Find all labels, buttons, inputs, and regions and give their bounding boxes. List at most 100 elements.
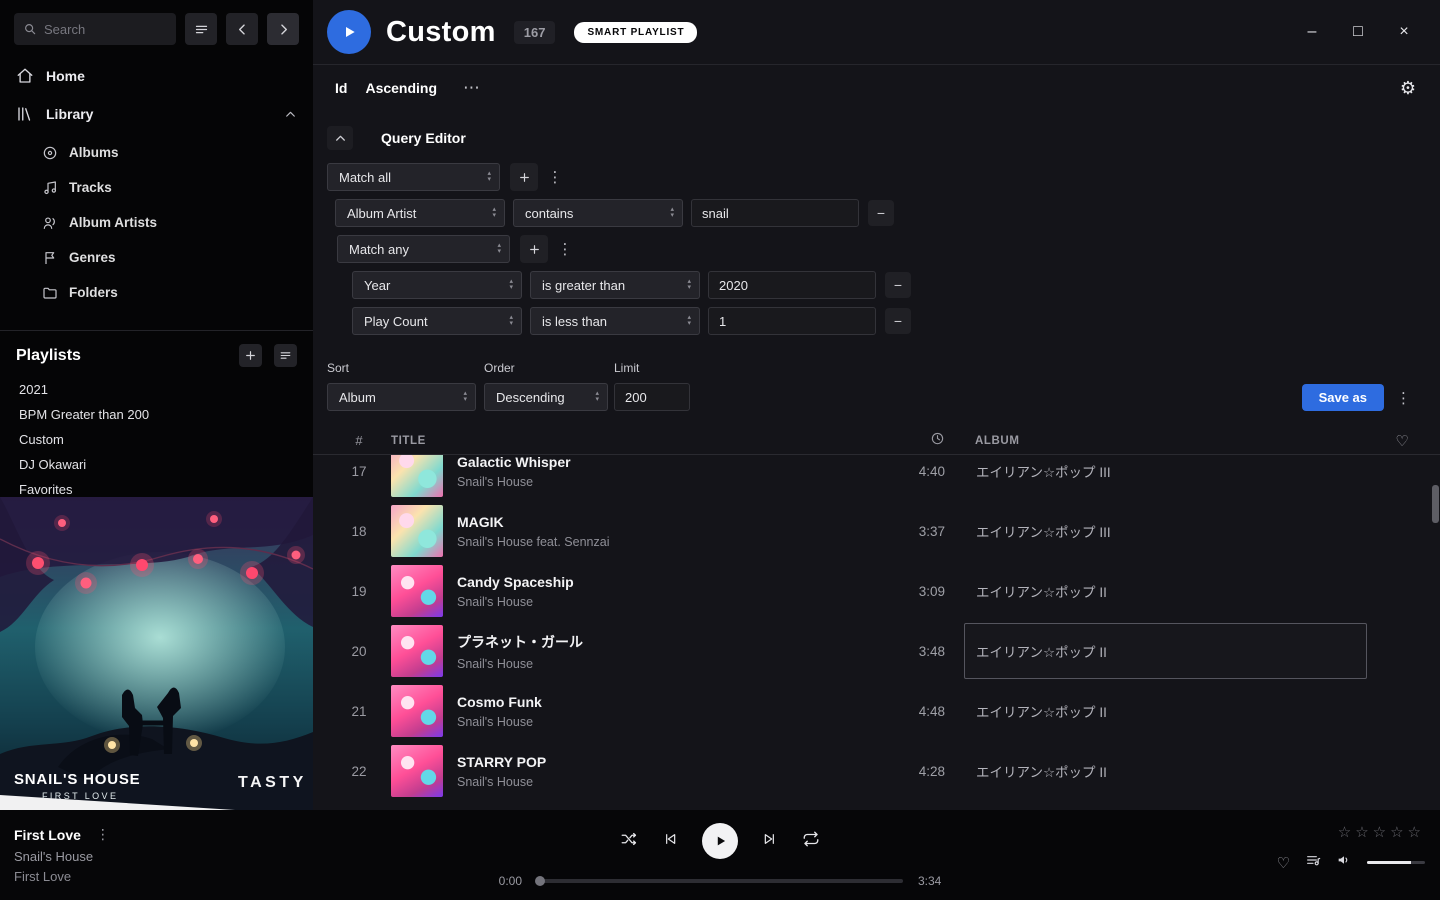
- sort-field-button[interactable]: Id: [335, 80, 347, 96]
- track-row[interactable]: 20 プラネット・ガール Snail's House 3:48: [313, 621, 1440, 681]
- group-menu-icon[interactable]: ⋮: [556, 240, 574, 258]
- save-as-button[interactable]: Save as: [1302, 384, 1384, 411]
- favorite-heart-icon[interactable]: ♡: [1395, 432, 1408, 450]
- rule-value-input[interactable]: [708, 307, 876, 335]
- now-playing-menu-icon[interactable]: ⋮: [96, 826, 110, 843]
- edit-playlists-button[interactable]: [274, 344, 297, 367]
- repeat-button[interactable]: [802, 830, 820, 853]
- rule-operator-select[interactable]: is greater than ▴▾: [530, 271, 700, 299]
- volume-slider[interactable]: [1367, 861, 1425, 864]
- play-playlist-button[interactable]: [327, 10, 371, 54]
- order-select[interactable]: Descending ▴▾: [484, 383, 608, 411]
- rule-field-select[interactable]: Album Artist ▴▾: [335, 199, 505, 227]
- track-album[interactable]: エイリアン☆ポップ II: [964, 623, 1367, 679]
- sidebar: Home Library Albums Tracks Album Artists: [0, 0, 313, 810]
- playlist-item[interactable]: Custom: [0, 427, 313, 452]
- rule-value-input[interactable]: [691, 199, 859, 227]
- sidebar-item-home[interactable]: Home: [0, 57, 313, 95]
- sidebar-item-folders[interactable]: Folders: [0, 275, 313, 310]
- search-input[interactable]: [44, 22, 154, 37]
- rule-value-input[interactable]: [708, 271, 876, 299]
- sidebar-item-library-label: Library: [46, 106, 93, 122]
- library-sub-list: Albums Tracks Album Artists Genres Folde…: [0, 135, 313, 310]
- search-box[interactable]: [14, 13, 176, 45]
- scrollbar-thumb[interactable]: [1432, 485, 1439, 523]
- sidebar-item-genres[interactable]: Genres: [0, 240, 313, 275]
- group-menu-icon[interactable]: ⋮: [546, 168, 564, 186]
- track-row[interactable]: 18 MAGIK Snail's House feat. Sennzai 3:3…: [313, 501, 1440, 561]
- previous-button[interactable]: [662, 831, 678, 852]
- add-playlist-button[interactable]: [239, 344, 262, 367]
- track-album[interactable]: エイリアン☆ポップ II: [964, 563, 1367, 619]
- disc-icon: [42, 145, 58, 161]
- track-artist: Snail's House: [457, 715, 542, 729]
- sidebar-item-library[interactable]: Library: [0, 95, 313, 133]
- star-icon: ☆: [1408, 824, 1425, 841]
- rule-operator-select[interactable]: is less than ▴▾: [530, 307, 700, 335]
- remove-rule-button[interactable]: −: [885, 308, 911, 334]
- plus-icon: [518, 171, 531, 184]
- sidebar-item-home-label: Home: [46, 68, 85, 84]
- collapse-query-editor-button[interactable]: [327, 126, 353, 150]
- track-row[interactable]: 17 Galactic Whisper Snail's House 4:40: [313, 455, 1440, 501]
- match-mode-select[interactable]: Match any ▴▾: [337, 235, 510, 263]
- shuffle-button[interactable]: [620, 830, 638, 853]
- match-mode-select[interactable]: Match all ▴▾: [327, 163, 500, 191]
- sidebar-item-tracks[interactable]: Tracks: [0, 170, 313, 205]
- column-number[interactable]: #: [335, 433, 383, 448]
- settings-gear-icon[interactable]: ⚙: [1400, 78, 1416, 99]
- add-rule-button[interactable]: [510, 163, 538, 191]
- rating-stars[interactable]: ☆☆☆☆☆: [1277, 823, 1425, 841]
- track-duration: 4:40: [919, 464, 945, 479]
- window-maximize-button[interactable]: □: [1348, 23, 1368, 41]
- track-album[interactable]: エイリアン☆ポップ III: [964, 503, 1367, 559]
- play-pause-button[interactable]: [702, 823, 738, 859]
- playlist-item[interactable]: DJ Okawari: [0, 452, 313, 477]
- remove-rule-button[interactable]: −: [868, 200, 894, 226]
- nav-forward-button[interactable]: [267, 13, 299, 45]
- nav-back-button[interactable]: [226, 13, 258, 45]
- track-row[interactable]: 19 Candy Spaceship Snail's House 3:09: [313, 561, 1440, 621]
- playlist-item[interactable]: BPM Greater than 200: [0, 402, 313, 427]
- save-menu-icon[interactable]: ⋮: [1396, 384, 1414, 411]
- select-arrows-icon: ▴▾: [509, 315, 513, 327]
- playlist-item[interactable]: 2021: [0, 377, 313, 402]
- duration-clock-icon[interactable]: [930, 431, 945, 451]
- window-close-button[interactable]: ×: [1394, 23, 1414, 41]
- list-scrollbar[interactable]: [1432, 456, 1439, 810]
- queue-button[interactable]: [1305, 852, 1321, 873]
- seek-handle[interactable]: [535, 876, 545, 886]
- column-title[interactable]: TITLE: [391, 435, 885, 447]
- track-artist: Snail's House: [457, 595, 574, 609]
- sidebar-item-album-artists[interactable]: Album Artists: [0, 205, 313, 240]
- track-row[interactable]: 21 Cosmo Funk Snail's House 4:48: [313, 681, 1440, 741]
- chevron-up-icon[interactable]: [284, 108, 297, 121]
- track-album-art: [391, 565, 443, 617]
- window-minimize-button[interactable]: –: [1302, 23, 1322, 41]
- volume-button[interactable]: [1336, 852, 1352, 873]
- remove-rule-button[interactable]: −: [885, 272, 911, 298]
- query-editor: Query Editor Match all ▴▾ ⋮ Album Artist…: [313, 125, 1440, 411]
- sidebar-item-albums[interactable]: Albums: [0, 135, 313, 170]
- sidebar-top-bar: [0, 0, 313, 57]
- favorite-button[interactable]: ♡: [1277, 854, 1290, 872]
- sort-select[interactable]: Album ▴▾: [327, 383, 476, 411]
- track-album[interactable]: エイリアン☆ポップ II: [964, 683, 1367, 739]
- seek-bar[interactable]: [537, 879, 903, 883]
- sort-direction-button[interactable]: Ascending: [365, 80, 437, 96]
- sort-label: Sort: [327, 361, 476, 375]
- menu-button[interactable]: [185, 13, 217, 45]
- now-playing-artwork[interactable]: SNAIL'S HOUSE FIRST LOVE TASTY: [0, 497, 313, 810]
- rule-field-select[interactable]: Play Count ▴▾: [352, 307, 522, 335]
- rule-operator-select[interactable]: contains ▴▾: [513, 199, 683, 227]
- add-rule-button[interactable]: [520, 235, 548, 263]
- rule-field-select[interactable]: Year ▴▾: [352, 271, 522, 299]
- next-button[interactable]: [762, 831, 778, 852]
- smart-playlist-badge: SMART PLAYLIST: [574, 22, 697, 43]
- track-album[interactable]: エイリアン☆ポップ II: [964, 743, 1367, 799]
- track-album[interactable]: エイリアン☆ポップ III: [964, 455, 1367, 499]
- track-row[interactable]: 22 STARRY POP Snail's House 4:28: [313, 741, 1440, 801]
- more-options-icon[interactable]: ⋯: [463, 78, 481, 98]
- limit-input[interactable]: [614, 383, 690, 411]
- column-album[interactable]: ALBUM: [975, 435, 1378, 447]
